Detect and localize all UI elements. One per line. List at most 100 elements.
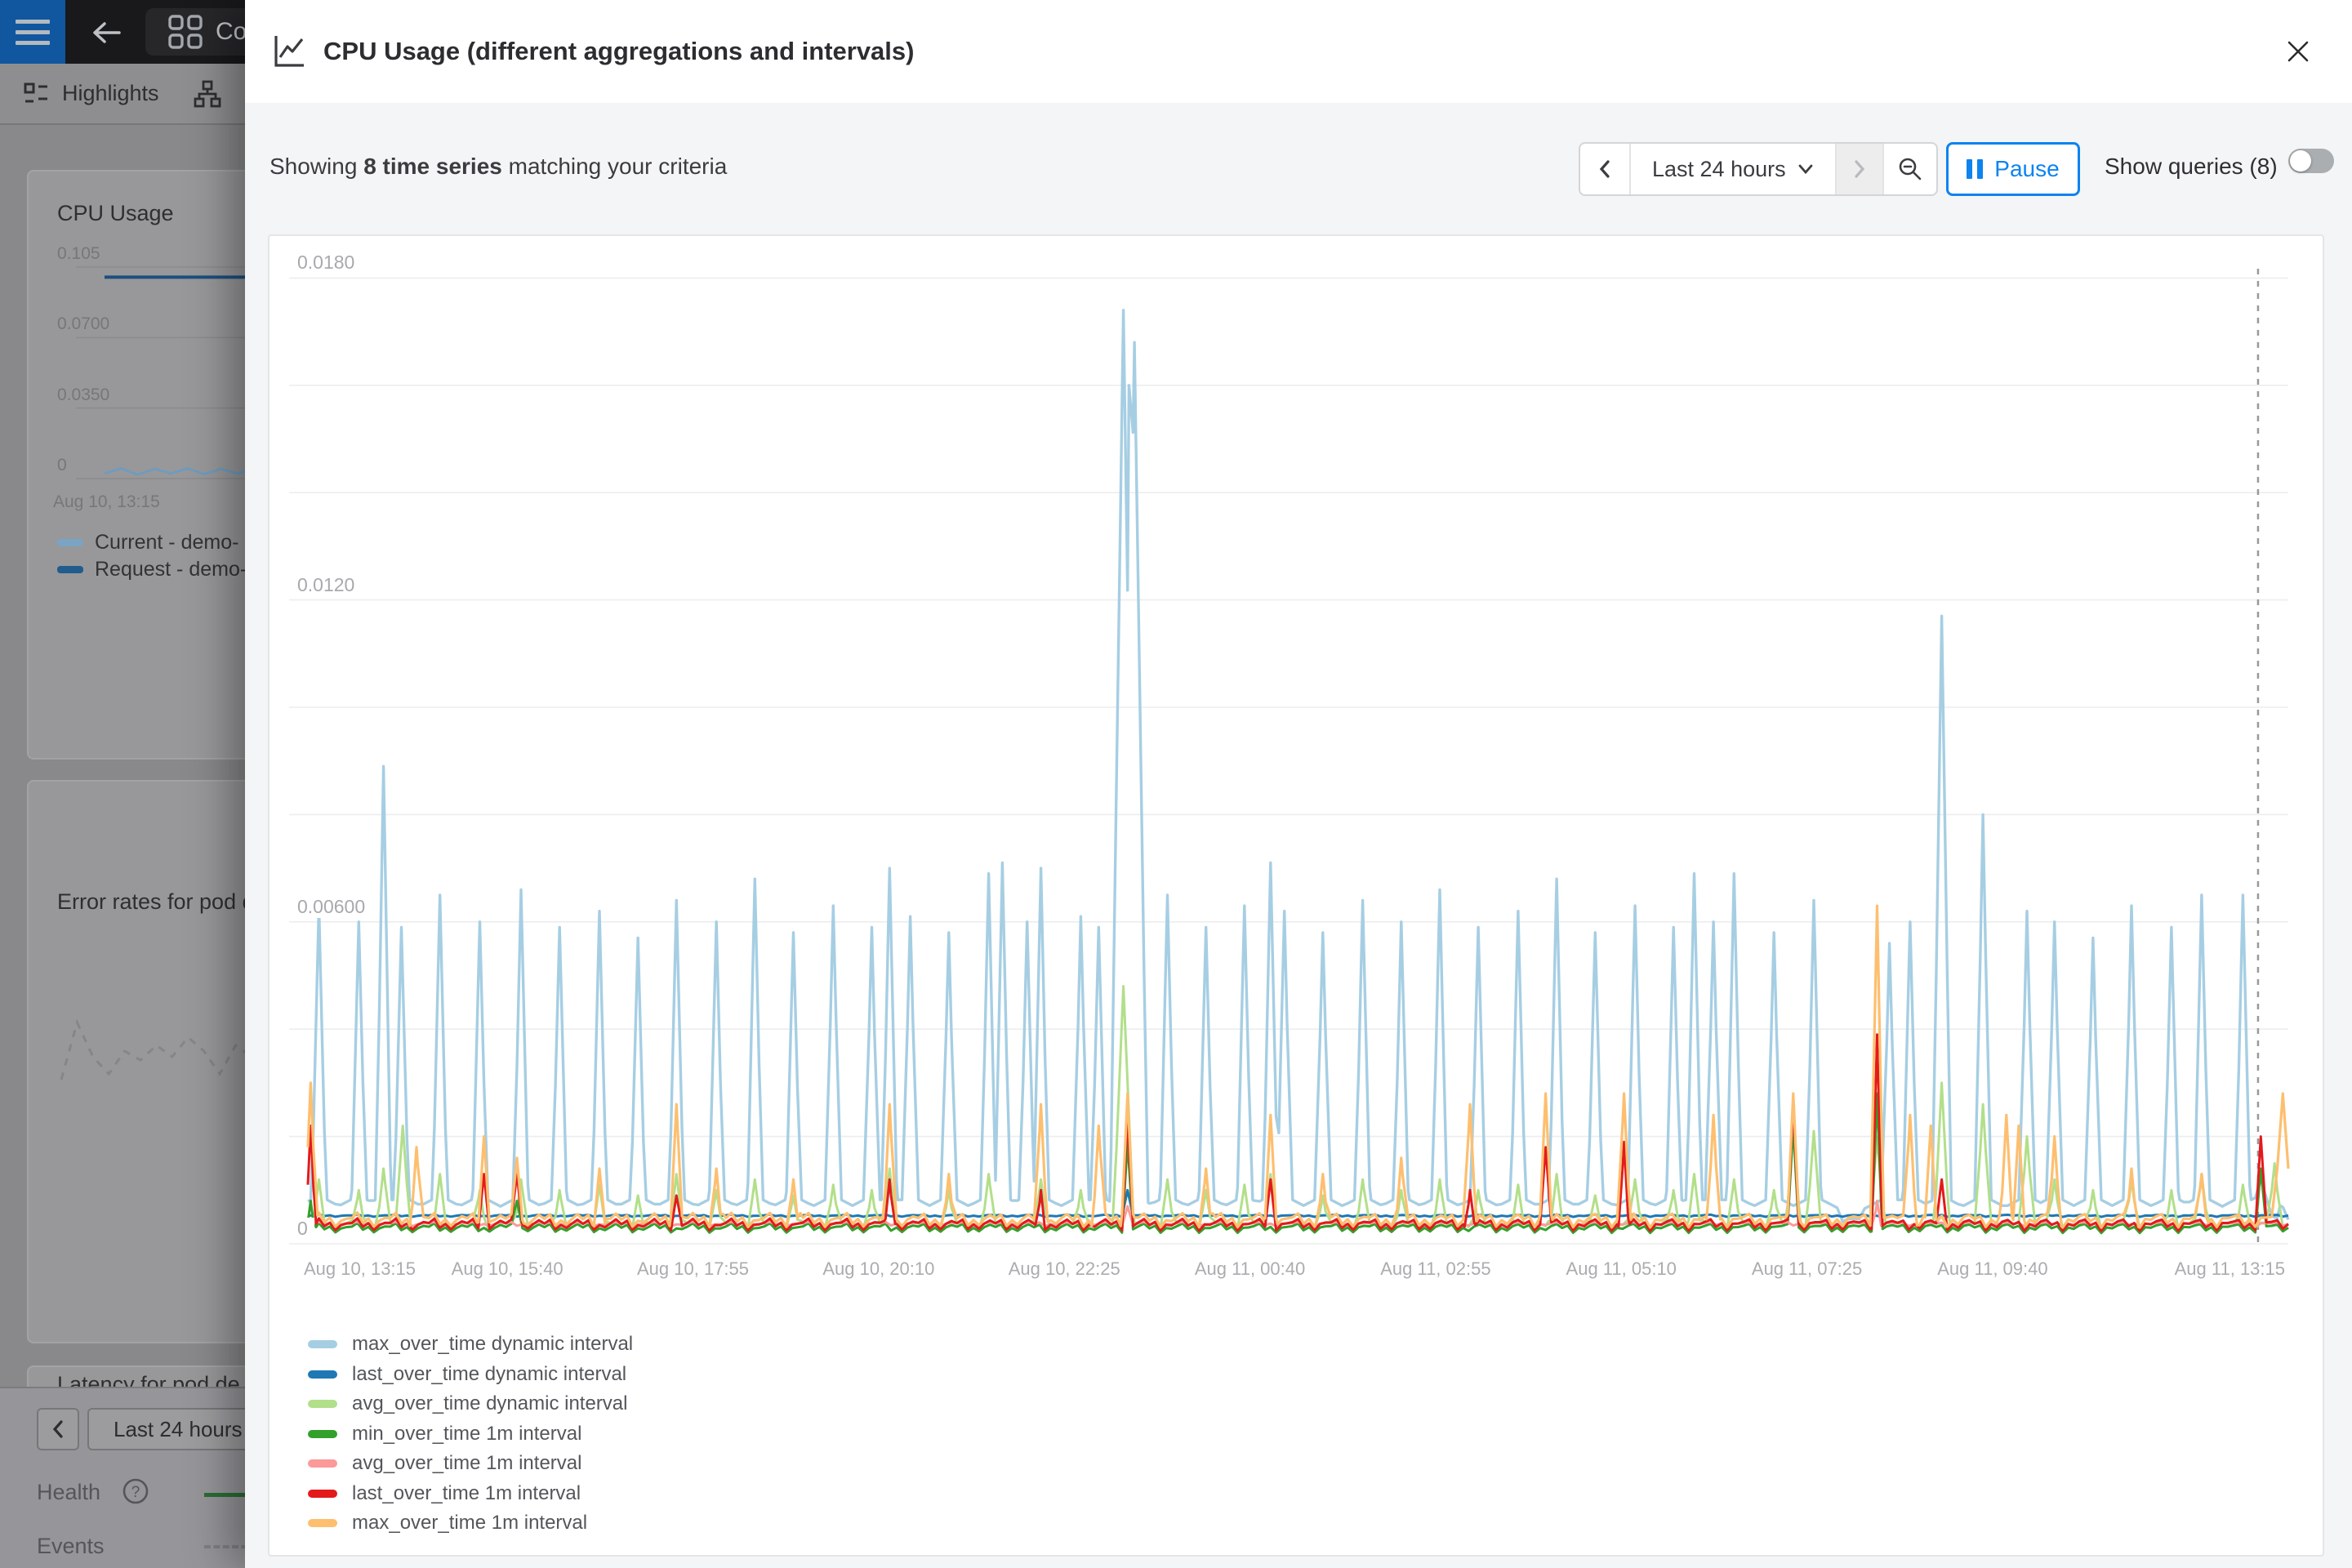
mini-legend-swatch xyxy=(57,566,83,573)
timeframe-dropdown[interactable]: Last 24 hours xyxy=(1631,144,1835,194)
pause-button[interactable]: Pause xyxy=(1946,142,2080,196)
cpu-card-title: CPU Usage xyxy=(57,201,174,226)
timeframe-next-button[interactable] xyxy=(1835,144,1882,194)
mini-y-label: 0.0700 xyxy=(57,314,109,334)
legend-item[interactable]: last_over_time 1m interval xyxy=(308,1482,581,1505)
chevron-right-icon xyxy=(1850,158,1869,180)
help-icon[interactable]: ? xyxy=(121,1477,150,1506)
mini-legend-item[interactable]: Request - demo- xyxy=(57,558,245,581)
legend-label: last_over_time 1m interval xyxy=(352,1482,581,1505)
latency-card-title: Latency for pod de xyxy=(57,1372,240,1387)
cpu-mini-xlabel: Aug 10, 13:15 xyxy=(53,492,160,512)
y-axis-label: 0 xyxy=(297,1218,314,1240)
legend-item[interactable]: avg_over_time dynamic interval xyxy=(308,1392,628,1415)
x-axis-label: Aug 11, 00:40 xyxy=(1195,1258,1305,1280)
legend-item[interactable]: max_over_time dynamic interval xyxy=(308,1333,633,1356)
x-axis-label: Aug 11, 07:25 xyxy=(1752,1258,1862,1280)
chevron-down-icon xyxy=(1797,163,1814,175)
hamburger-menu-button[interactable] xyxy=(0,0,65,64)
dashboard-content: CPU Usage 0.105 0.0700 0.0350 0 Aug 10, 13:… xyxy=(0,127,245,1387)
footer-bar: Last 24 hours Health ? Events xyxy=(0,1387,245,1568)
show-queries-toggle[interactable] xyxy=(2288,149,2334,173)
mini-y-label: 0 xyxy=(57,456,67,475)
chart-panel: 0.0180 0.0120 0.00600 0 Aug 10, 13:15 Aug 10… xyxy=(268,234,2324,1557)
toggle-knob xyxy=(2290,150,2311,172)
top-app-bar: Co xyxy=(0,0,245,64)
timeseries-chart[interactable] xyxy=(270,236,2323,1555)
chevron-left-icon xyxy=(49,1419,67,1440)
legend-swatch xyxy=(308,1459,337,1468)
legend-label: last_over_time dynamic interval xyxy=(352,1363,626,1386)
legend-label: min_over_time 1m interval xyxy=(352,1423,581,1446)
footer-timeframe-button[interactable]: Last 24 hours xyxy=(87,1408,245,1450)
background-page: CPU Usage 0.105 0.0700 0.0350 0 Aug 10, 13:… xyxy=(0,0,245,1568)
legend-swatch xyxy=(308,1400,337,1408)
timeframe-group: Last 24 hours xyxy=(1579,142,1938,196)
legend-label: max_over_time dynamic interval xyxy=(352,1333,633,1356)
x-axis-label: Aug 10, 13:15 xyxy=(304,1258,416,1280)
mini-legend-label: Current - demo- xyxy=(95,531,238,555)
zoom-out-icon xyxy=(1897,156,1923,182)
x-axis-label: Aug 11, 02:55 xyxy=(1380,1258,1490,1280)
error-sparkline xyxy=(29,969,245,1133)
current-line xyxy=(105,469,245,475)
tab-highlights[interactable]: Highlights xyxy=(62,81,159,106)
y-axis-label: 0.00600 xyxy=(297,896,372,918)
events-sparkline xyxy=(204,1545,245,1548)
x-axis-label: Aug 10, 17:55 xyxy=(637,1258,749,1280)
modal-title: CPU Usage (different aggregations and in… xyxy=(323,37,914,66)
svg-text:?: ? xyxy=(131,1484,140,1501)
legend-swatch xyxy=(308,1340,337,1348)
zoom-out-button[interactable] xyxy=(1882,144,1936,194)
pause-icon xyxy=(1967,159,1983,179)
latency-card-clipped[interactable]: Latency for pod de xyxy=(0,1365,245,1387)
events-label: Events xyxy=(37,1534,105,1559)
mini-y-label: 0.105 xyxy=(57,244,100,264)
legend-item[interactable]: min_over_time 1m interval xyxy=(308,1423,581,1446)
grid-apps-icon xyxy=(167,13,204,51)
show-queries-label: Show queries (8) xyxy=(2105,154,2278,180)
mini-legend-swatch xyxy=(57,539,83,546)
legend-label: avg_over_time dynamic interval xyxy=(352,1392,628,1415)
x-axis-label: Aug 11, 05:10 xyxy=(1566,1258,1677,1280)
error-card-title: Error rates for pod d xyxy=(57,889,245,915)
app-switcher-button[interactable]: Co xyxy=(145,8,245,56)
legend-swatch xyxy=(308,1430,337,1438)
line-chart-icon xyxy=(270,33,307,70)
legend-label: max_over_time 1m interval xyxy=(352,1512,587,1535)
chart-modal: CPU Usage (different aggregations and in… xyxy=(245,0,2352,1568)
tab-strip: Highlights xyxy=(0,64,245,125)
legend-label: avg_over_time 1m interval xyxy=(352,1452,581,1475)
close-icon xyxy=(2284,38,2312,65)
cpu-usage-card[interactable]: CPU Usage 0.105 0.0700 0.0350 0 Aug 10, 13:… xyxy=(27,170,245,760)
back-arrow-icon xyxy=(88,15,124,51)
x-axis-label: Aug 11, 13:15 xyxy=(2175,1258,2285,1280)
mini-legend-item[interactable]: Current - demo- xyxy=(57,531,238,555)
timeframe-prev-button[interactable] xyxy=(37,1408,79,1450)
modal-header: CPU Usage (different aggregations and in… xyxy=(245,0,2352,103)
close-button[interactable] xyxy=(2280,34,2316,70)
series-max_over_time-dynamic-interval xyxy=(308,310,2288,1222)
legend-item[interactable]: last_over_time dynamic interval xyxy=(308,1363,626,1386)
legend-swatch xyxy=(308,1519,337,1527)
health-sparkline xyxy=(204,1493,245,1497)
legend-swatch xyxy=(308,1490,337,1498)
hamburger-icon xyxy=(16,20,50,24)
showing-summary: Showing 8 time series matching your crit… xyxy=(270,154,727,180)
y-axis-label: 0.0120 xyxy=(297,574,361,596)
app-label: Co xyxy=(216,18,245,46)
error-rates-card[interactable]: Error rates for pod d xyxy=(27,780,245,1343)
legend-swatch xyxy=(308,1370,337,1379)
y-axis-label: 0.0180 xyxy=(297,252,361,274)
sitemap-icon[interactable] xyxy=(194,80,221,108)
legend-item[interactable]: max_over_time 1m interval xyxy=(308,1512,587,1535)
mini-legend-label: Request - demo- xyxy=(95,558,245,581)
x-axis-label: Aug 11, 09:40 xyxy=(1937,1258,2047,1280)
x-axis-label: Aug 10, 22:25 xyxy=(1009,1258,1120,1280)
back-button[interactable] xyxy=(88,15,124,51)
chevron-left-icon xyxy=(1595,158,1615,180)
timeframe-prev-button[interactable] xyxy=(1580,144,1631,194)
legend-item[interactable]: avg_over_time 1m interval xyxy=(308,1452,581,1475)
mini-y-label: 0.0350 xyxy=(57,385,109,405)
error-sparkline-path xyxy=(61,1019,245,1080)
